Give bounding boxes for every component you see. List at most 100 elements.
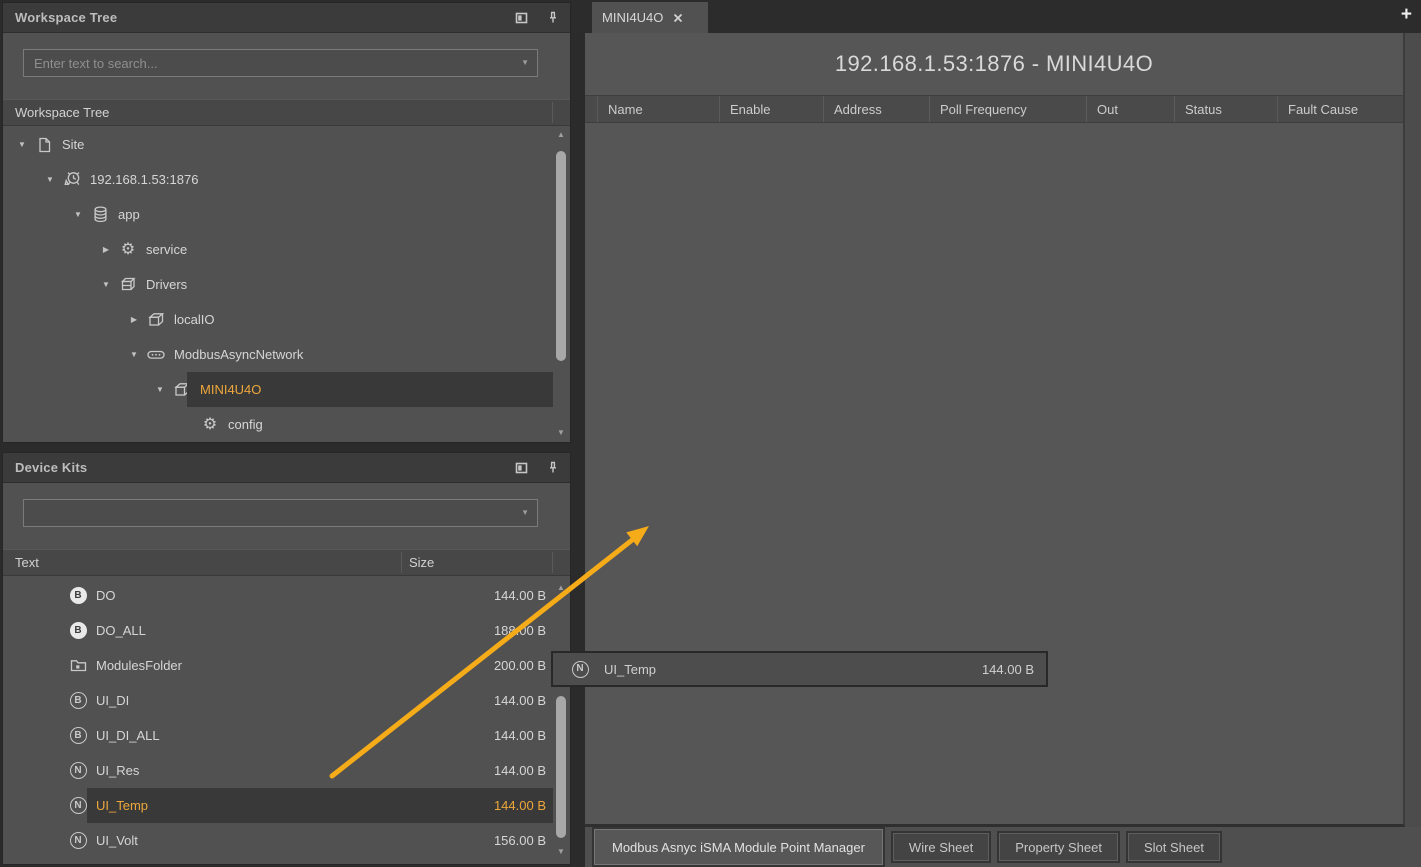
- expander-closed-icon[interactable]: ▶: [127, 316, 141, 324]
- tree-item-label: MINI4U4O: [197, 382, 261, 397]
- scroll-down-icon[interactable]: ▼: [553, 848, 569, 856]
- chevron-down-icon[interactable]: ▼: [521, 59, 529, 67]
- column-separator[interactable]: [401, 552, 402, 573]
- device-kits-scrollbar[interactable]: ▲ ▼: [553, 576, 569, 864]
- letter-n-outline-icon: N: [66, 762, 90, 779]
- tree-item-mini4u4o[interactable]: ▼ MINI4U4O: [3, 372, 570, 407]
- workspace-tree: ▼ Site ▼ 192.168.1.53:1876 ▼: [3, 126, 570, 442]
- kit-item-size: 188.00 B: [494, 623, 546, 638]
- tree-item-label: localIO: [171, 312, 214, 327]
- dock-restore-icon[interactable]: [515, 462, 528, 474]
- drag-ghost-label: UI_Temp: [604, 662, 656, 677]
- kit-item-modulesfolder[interactable]: ModulesFolder 200.00 B: [3, 648, 570, 683]
- device-kits-filter-dropdown[interactable]: [23, 499, 538, 527]
- add-tab-button[interactable]: +: [1401, 5, 1412, 24]
- chevron-down-icon[interactable]: ▼: [521, 509, 529, 517]
- document-icon: [32, 137, 56, 153]
- expander-open-icon[interactable]: ▼: [99, 281, 113, 289]
- close-icon[interactable]: [673, 13, 683, 23]
- module-icon: [170, 382, 194, 397]
- table-header-fault-cause[interactable]: Fault Cause: [1277, 96, 1403, 122]
- column-header-text[interactable]: Text: [3, 555, 401, 570]
- kit-item-size: 200.00 B: [494, 658, 546, 673]
- kit-item-ui-res[interactable]: N UI_Res 144.00 B: [3, 753, 570, 788]
- expander-open-icon[interactable]: ▼: [71, 211, 85, 219]
- tab-modbus-point-manager[interactable]: Modbus Asnyc iSMA Module Point Manager: [594, 829, 883, 865]
- tab-mini4u4o[interactable]: MINI4U4O: [592, 2, 708, 33]
- column-separator: [552, 552, 553, 573]
- workspace-panel-titlebar: Workspace Tree: [3, 3, 570, 33]
- workspace-tree-column-header[interactable]: Workspace Tree: [3, 99, 570, 126]
- module-icon: [144, 312, 168, 327]
- tree-item-app[interactable]: ▼ app: [3, 197, 570, 232]
- tree-item-label: 192.168.1.53:1876: [87, 172, 198, 187]
- kit-item-ui-di[interactable]: B UI_DI 144.00 B: [3, 683, 570, 718]
- scrollbar-thumb[interactable]: [556, 151, 566, 361]
- tree-item-localio[interactable]: ▶ localIO: [3, 302, 570, 337]
- expander-open-icon[interactable]: ▼: [153, 386, 167, 394]
- table-header-status[interactable]: Status: [1174, 96, 1277, 122]
- workspace-tree-scrollbar[interactable]: ▲ ▼: [553, 126, 569, 442]
- kit-item-label: UI_DI_ALL: [93, 728, 160, 743]
- tab-slot-sheet[interactable]: Slot Sheet: [1128, 833, 1220, 861]
- table-header-poll-frequency[interactable]: Poll Frequency: [929, 96, 1086, 122]
- expander-open-icon[interactable]: ▼: [15, 141, 29, 149]
- device-icon: [60, 171, 84, 188]
- letter-n-outline-icon: N: [66, 832, 90, 849]
- workspace-search-input[interactable]: [23, 49, 538, 77]
- tree-item-drivers[interactable]: ▼ Drivers: [3, 267, 570, 302]
- tree-item-service[interactable]: ▶ ⚙ service: [3, 232, 570, 267]
- tree-item-modbusasyncnetwork[interactable]: ▼ ModbusAsyncNetwork: [3, 337, 570, 372]
- kit-item-size: 144.00 B: [494, 763, 546, 778]
- device-kits-panel: Device Kits ▼ Text Size B DO 144.00 B B: [2, 452, 571, 865]
- drivers-icon: [116, 277, 140, 292]
- tab-wire-sheet[interactable]: Wire Sheet: [893, 833, 989, 861]
- table-header-name[interactable]: Name: [597, 96, 719, 122]
- kit-item-size: 144.00 B: [494, 693, 546, 708]
- device-view-title: 192.168.1.53:1876 - MINI4U4O: [585, 33, 1403, 95]
- kit-item-ui-volt[interactable]: N UI_Volt 156.00 B: [3, 823, 570, 858]
- tab-label: MINI4U4O: [602, 10, 663, 25]
- scrollbar-thumb[interactable]: [556, 696, 566, 838]
- kit-item-label: UI_DI: [93, 693, 129, 708]
- kit-item-do[interactable]: B DO 144.00 B: [3, 578, 570, 613]
- kit-item-ui-di-all[interactable]: B UI_DI_ALL 144.00 B: [3, 718, 570, 753]
- pin-icon[interactable]: [548, 11, 558, 24]
- column-header-size[interactable]: Size: [401, 555, 434, 570]
- expander-open-icon[interactable]: ▼: [127, 351, 141, 359]
- kit-item-size: 144.00 B: [494, 798, 546, 813]
- letter-b-outline-icon: B: [66, 727, 90, 744]
- kit-item-size: 156.00 B: [494, 833, 546, 848]
- device-kits-list: B DO 144.00 B B DO_ALL 188.00 B ModulesF…: [3, 576, 570, 864]
- tab-property-sheet[interactable]: Property Sheet: [999, 833, 1118, 861]
- dock-restore-icon[interactable]: [515, 12, 528, 24]
- expander-open-icon[interactable]: ▼: [43, 176, 57, 184]
- database-icon: [88, 206, 112, 223]
- drag-ghost-size: 144.00 B: [982, 662, 1034, 677]
- table-header-enable[interactable]: Enable: [719, 96, 823, 122]
- gear-icon: ⚙: [198, 417, 222, 433]
- workspace-search-row: ▼: [3, 33, 570, 99]
- expander-closed-icon[interactable]: ▶: [99, 246, 113, 254]
- kit-item-label: DO_ALL: [93, 623, 146, 638]
- network-connector-icon: [144, 350, 168, 360]
- kit-item-do-all[interactable]: B DO_ALL 188.00 B: [3, 613, 570, 648]
- drag-ghost-ui-temp: N UI_Temp 144.00 B: [551, 651, 1048, 687]
- tree-item-label: config: [225, 417, 263, 432]
- table-header-out[interactable]: Out: [1086, 96, 1174, 122]
- scroll-up-icon[interactable]: ▲: [553, 584, 569, 592]
- tree-item-label: service: [143, 242, 187, 257]
- tree-item-label: Drivers: [143, 277, 187, 292]
- column-header-label: Workspace Tree: [3, 105, 109, 120]
- pin-icon[interactable]: [548, 461, 558, 474]
- scroll-down-icon[interactable]: ▼: [553, 429, 569, 437]
- kit-item-label: ModulesFolder: [93, 658, 182, 673]
- table-header-address[interactable]: Address: [823, 96, 929, 122]
- scroll-up-icon[interactable]: ▲: [553, 131, 569, 139]
- points-table-header: Name Enable Address Poll Frequency Out S…: [585, 95, 1403, 123]
- tree-item-site[interactable]: ▼ Site: [3, 127, 570, 162]
- kit-item-ui-temp[interactable]: N UI_Temp 144.00 B: [3, 788, 570, 823]
- tree-item-device-192-168-1-53[interactable]: ▼ 192.168.1.53:1876: [3, 162, 570, 197]
- table-header-selector-column: [585, 96, 597, 122]
- tree-item-config[interactable]: ⚙ config: [3, 407, 570, 442]
